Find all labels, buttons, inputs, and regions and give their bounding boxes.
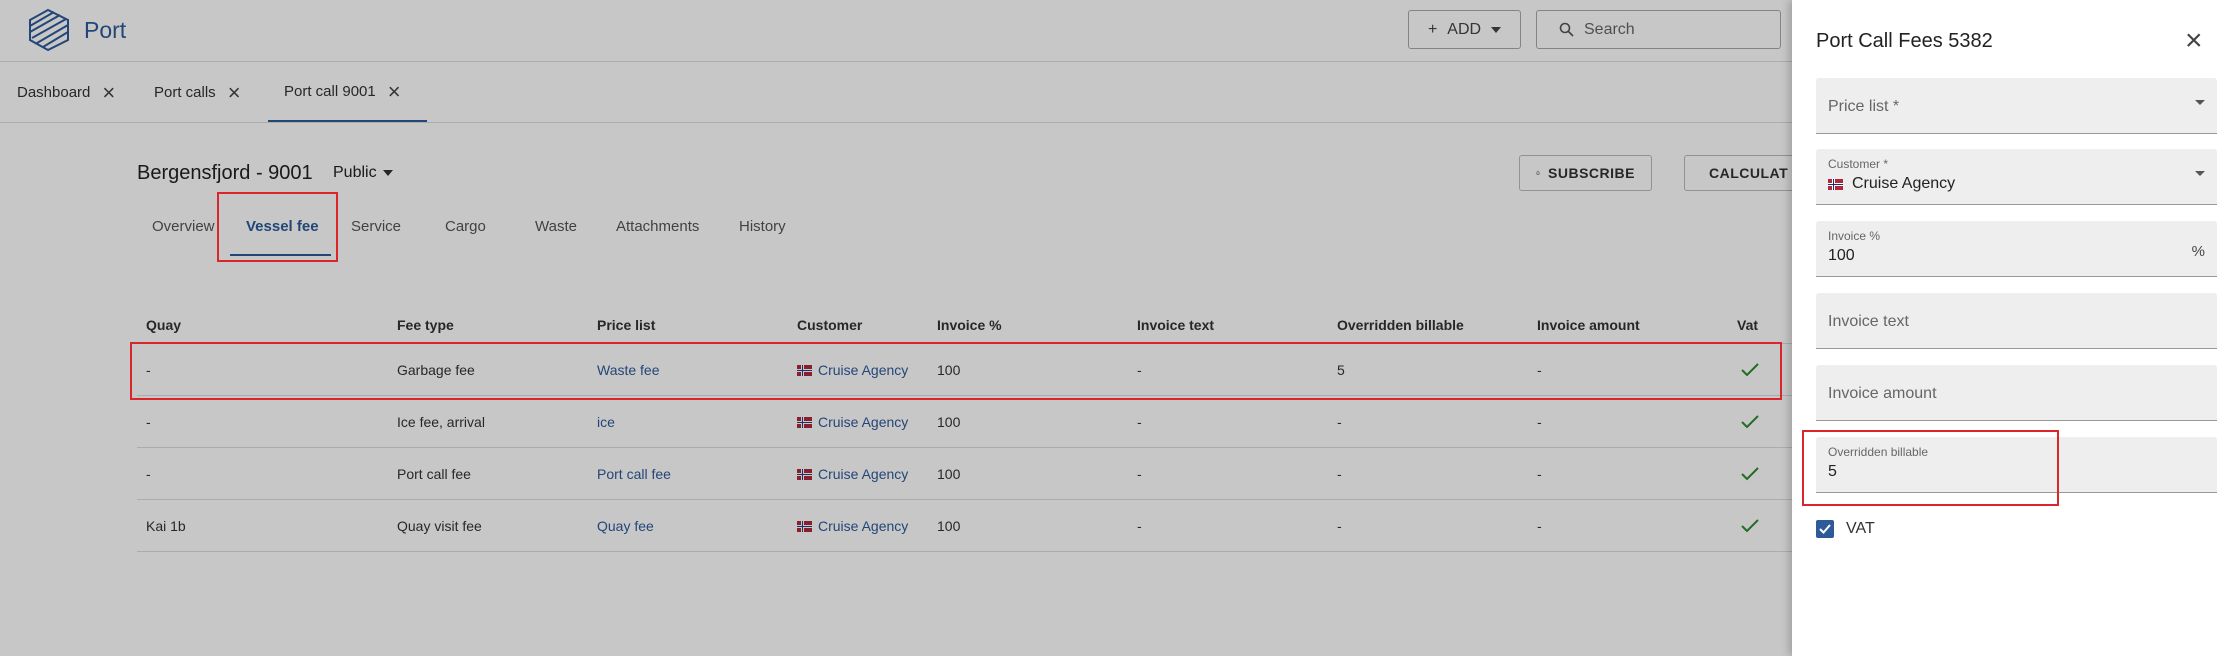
caret-down-icon <box>2195 100 2205 105</box>
invoice-text-field[interactable]: Invoice text <box>1816 293 2217 349</box>
highlight-garbage-row <box>130 342 1782 400</box>
caret-down-icon <box>2195 171 2205 176</box>
checkmark-icon <box>1819 524 1831 534</box>
vat-label: VAT <box>1846 520 1875 537</box>
vat-checkbox[interactable] <box>1816 520 1834 538</box>
invoice-amount-placeholder: Invoice amount <box>1828 385 1937 402</box>
highlight-overridden-billable <box>1802 430 2059 506</box>
invoice-text-placeholder: Invoice text <box>1828 313 1909 330</box>
drawer-title: Port Call Fees 5382 <box>1816 30 1993 52</box>
customer-value-text: Cruise Agency <box>1852 175 1956 192</box>
norway-flag-icon <box>1828 178 1843 190</box>
invoice-pct-field[interactable]: Invoice % 100 % <box>1816 221 2217 277</box>
percent-suffix: % <box>2191 243 2205 260</box>
modal-backdrop[interactable] <box>0 0 1792 656</box>
customer-value: Cruise Agency <box>1828 175 1955 193</box>
port-call-fees-drawer: Port Call Fees 5382 × Price list * Custo… <box>1792 0 2229 656</box>
vat-checkbox-row[interactable]: VAT <box>1816 520 1875 538</box>
price-list-select[interactable]: Price list * <box>1816 78 2217 134</box>
customer-select[interactable]: Customer * Cruise Agency <box>1816 149 2217 205</box>
highlight-vessel-fee-tab <box>217 192 338 262</box>
invoice-pct-value: 100 <box>1828 247 1855 264</box>
close-icon[interactable]: × <box>2185 26 2203 56</box>
price-list-placeholder: Price list * <box>1828 98 1900 115</box>
customer-label: Customer * <box>1828 157 1889 171</box>
invoice-pct-label: Invoice % <box>1828 229 1881 243</box>
invoice-amount-field[interactable]: Invoice amount <box>1816 365 2217 421</box>
